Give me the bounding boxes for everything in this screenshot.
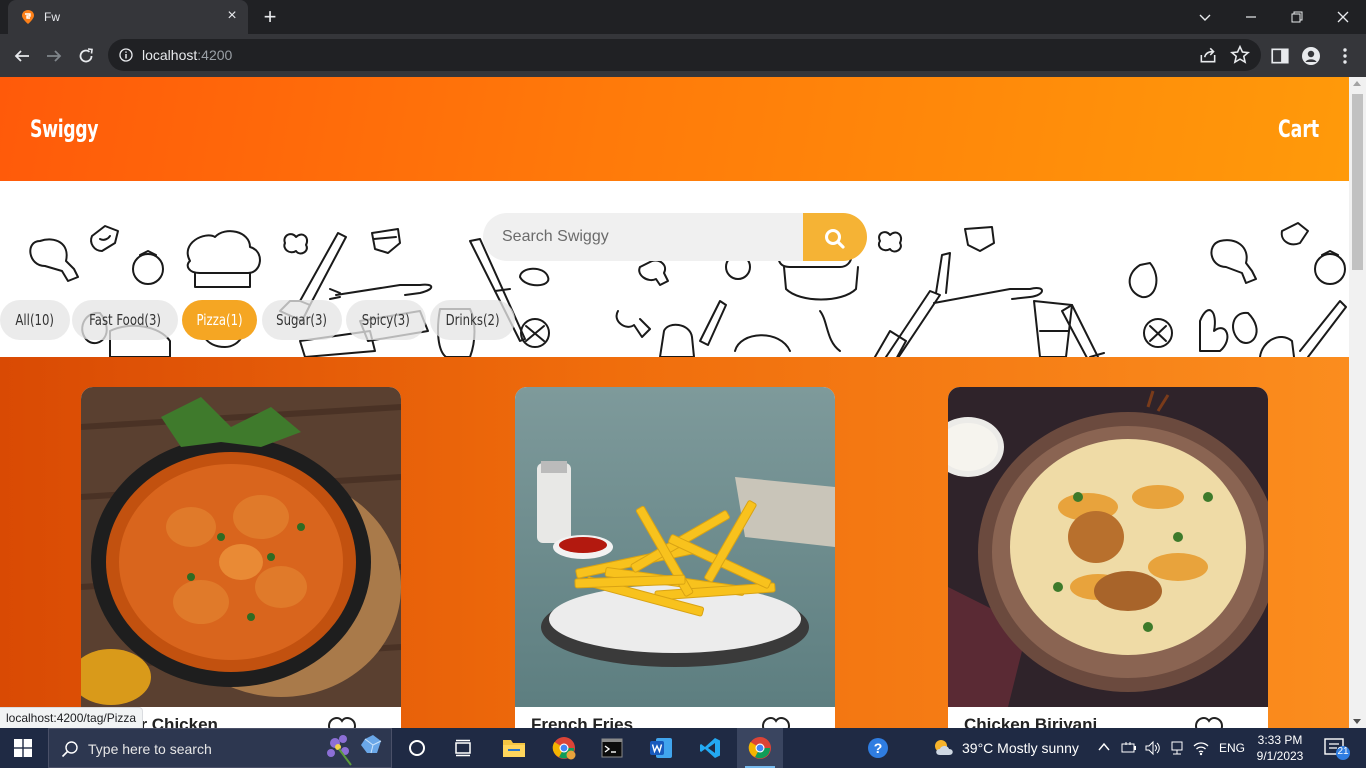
tab-search-chevron-icon[interactable] — [1182, 0, 1228, 34]
brand-logo[interactable]: Swiggy — [30, 115, 99, 143]
back-icon[interactable] — [8, 42, 36, 70]
volume-icon[interactable] — [1144, 740, 1162, 756]
chrome-profile-icon[interactable] — [541, 728, 587, 768]
more-options-icon[interactable] — [1335, 46, 1355, 66]
tray-chevron-up-icon[interactable] — [1098, 742, 1110, 752]
site-header: Swiggy Cart — [0, 77, 1349, 181]
french-fries-image — [515, 387, 835, 707]
tag-all[interactable]: All(10) — [0, 300, 70, 340]
search-icon — [61, 741, 78, 758]
network-icon[interactable] — [1168, 740, 1186, 756]
word-icon[interactable] — [638, 728, 684, 768]
weather-text[interactable]: 39°C Mostly sunny — [962, 740, 1079, 756]
share-icon[interactable] — [1198, 45, 1218, 65]
site-info-icon[interactable] — [119, 48, 133, 62]
new-tab-icon[interactable]: + — [260, 6, 280, 28]
link-status-bubble: localhost:4200/tag/Pizza — [0, 707, 144, 728]
cart-link[interactable]: Cart — [1278, 115, 1319, 143]
heart-icon[interactable] — [1194, 717, 1224, 728]
food-list: Butter Chicken French Fries Chicken Biri… — [0, 357, 1349, 728]
taskbar-search-placeholder: Type here to search — [88, 741, 212, 757]
windows-taskbar: Type here to search ? 39°C Mostly sunny … — [0, 728, 1366, 768]
address-bar[interactable]: localhost:4200 — [108, 39, 1261, 71]
windows-start-icon[interactable] — [14, 739, 32, 757]
clock[interactable]: 3:33 PM 9/1/2023 — [1248, 732, 1312, 764]
close-window-icon[interactable] — [1320, 0, 1366, 34]
url-text: localhost:4200 — [142, 47, 233, 63]
file-explorer-icon[interactable] — [490, 728, 536, 768]
language-indicator[interactable]: ENG — [1219, 741, 1245, 755]
tab-close-icon[interactable]: × — [224, 8, 240, 24]
chrome-icon[interactable] — [737, 728, 783, 768]
terminal-icon[interactable] — [589, 728, 635, 768]
battery-icon[interactable] — [1120, 740, 1138, 756]
chicken-biriyani-image — [948, 387, 1268, 707]
task-view-icon[interactable] — [440, 728, 486, 768]
notification-count-badge: 21 — [1337, 746, 1349, 757]
profile-icon[interactable] — [1301, 46, 1321, 66]
tab-title: Fw — [44, 10, 60, 24]
clock-date: 9/1/2023 — [1256, 749, 1304, 763]
restore-icon[interactable] — [1274, 0, 1320, 34]
heart-icon[interactable] — [327, 717, 357, 728]
svg-text:?: ? — [874, 740, 883, 756]
tag-spicy[interactable]: Spicy(3) — [346, 300, 426, 340]
browser-tab[interactable]: Fw × — [8, 0, 248, 34]
food-name: Chicken Biriyani — [964, 715, 1098, 728]
minimize-icon[interactable] — [1228, 0, 1274, 34]
food-name: French Fries — [531, 715, 634, 728]
forward-icon[interactable] — [40, 42, 68, 70]
butter-chicken-image — [81, 387, 401, 707]
heart-icon[interactable] — [761, 717, 791, 728]
vscode-icon[interactable] — [687, 728, 733, 768]
page-viewport: Swiggy Cart Search Swiggy All(10) Fast F… — [0, 77, 1349, 728]
tag-drinks[interactable]: Drinks(2) — [430, 300, 515, 340]
scroll-down-arrow-icon[interactable] — [1353, 719, 1361, 724]
tag-fast-food[interactable]: Fast Food(3) — [72, 300, 178, 340]
browser-toolbar: localhost:4200 — [0, 34, 1366, 77]
search-input[interactable] — [483, 213, 813, 261]
weather-sunny-icon[interactable] — [932, 737, 956, 759]
search-bar — [483, 213, 867, 261]
cortana-icon[interactable] — [394, 728, 440, 768]
scroll-up-arrow-icon[interactable] — [1353, 81, 1361, 86]
search-icon — [825, 229, 845, 249]
scroll-thumb[interactable] — [1352, 94, 1363, 270]
help-icon[interactable]: ? — [867, 737, 889, 759]
page-scrollbar[interactable] — [1349, 77, 1366, 728]
taskbar-search-box[interactable]: Type here to search — [48, 728, 392, 768]
side-panel-icon[interactable] — [1270, 46, 1290, 66]
food-card[interactable]: Chicken Biriyani — [948, 387, 1268, 728]
swiggy-favicon-icon — [22, 10, 34, 24]
food-card[interactable]: French Fries — [515, 387, 835, 728]
tag-pizza[interactable]: Pizza(1) — [182, 300, 257, 340]
tag-sugar[interactable]: Sugar(3) — [262, 300, 342, 340]
food-card[interactable]: Butter Chicken — [81, 387, 401, 728]
bookmark-star-icon[interactable] — [1230, 45, 1250, 65]
wifi-icon[interactable] — [1192, 740, 1210, 756]
clock-time: 3:33 PM — [1257, 733, 1303, 747]
search-highlight-flowers-icon — [327, 735, 382, 766]
browser-titlebar: Fw × + — [0, 0, 1366, 34]
reload-icon[interactable] — [72, 42, 100, 70]
search-button[interactable] — [803, 213, 867, 261]
